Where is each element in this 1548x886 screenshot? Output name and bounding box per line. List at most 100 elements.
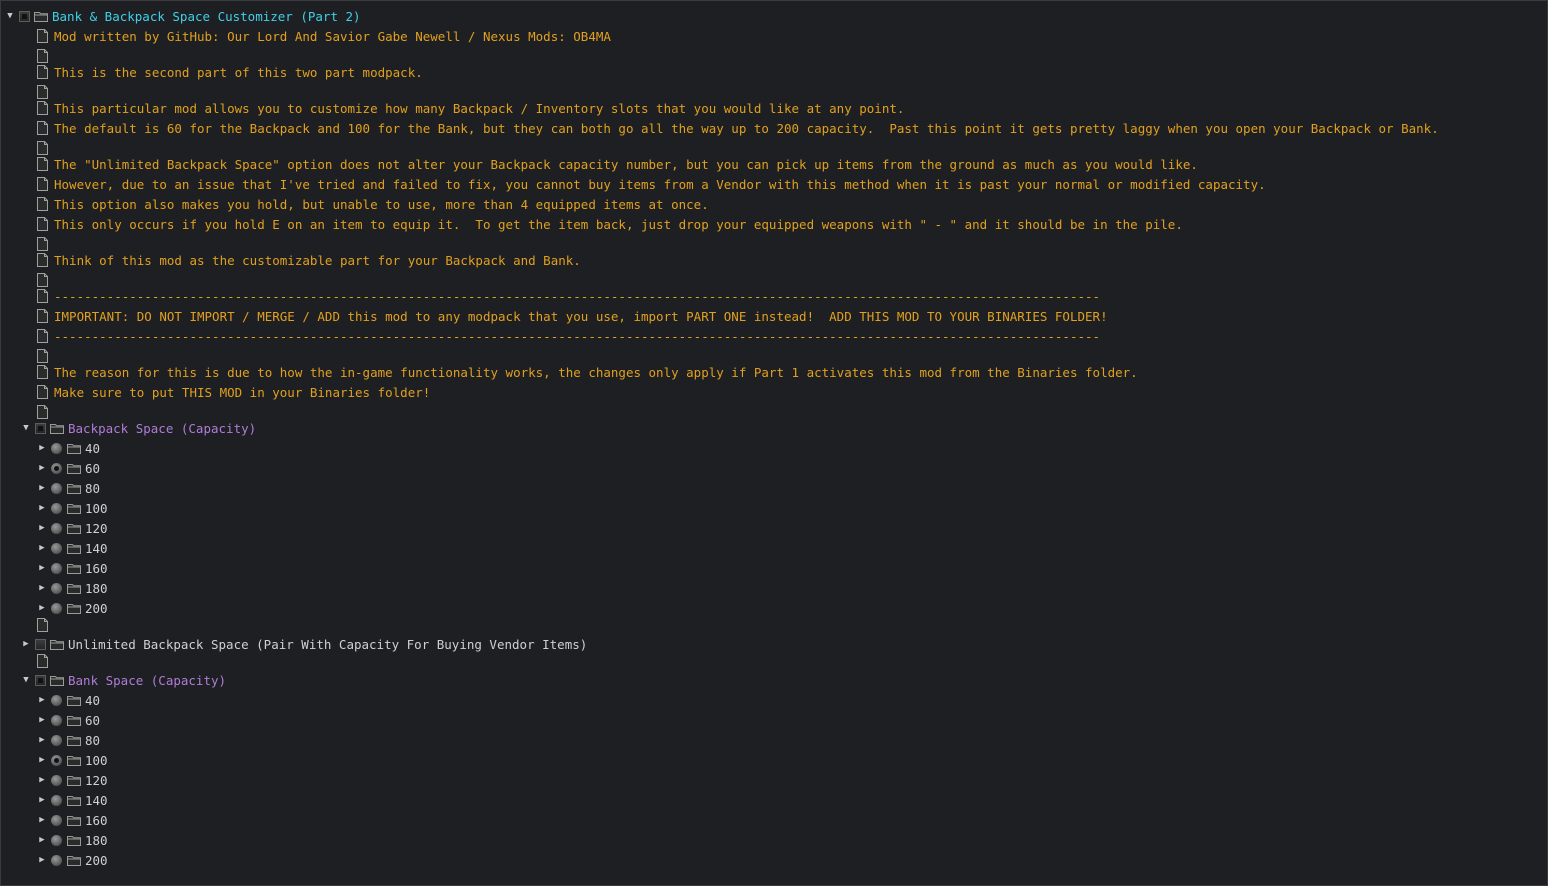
document-icon [37,289,48,303]
document-icon [37,253,48,267]
chevron-right-icon[interactable]: ▶ [37,714,47,726]
description-line: The default is 60 for the Backpack and 1… [37,118,1439,138]
folder-icon [67,836,81,846]
document-icon [37,618,48,632]
root-title: Bank & Backpack Space Customizer (Part 2… [52,8,361,24]
chevron-right-icon[interactable]: ▶ [37,522,47,534]
radio-button[interactable] [51,794,62,806]
bank-option-180[interactable]: ▶ 180 [37,830,107,850]
chevron-right-icon[interactable]: ▶ [37,562,47,574]
description-line: IMPORTANT: DO NOT IMPORT / MERGE / ADD t… [37,306,1108,326]
chevron-right-icon[interactable]: ▶ [37,602,47,614]
backpack-option-80[interactable]: ▶ 80 [37,478,100,498]
bank-option-40[interactable]: ▶ 40 [37,690,100,710]
enable-checkbox[interactable] [19,10,30,22]
folder-icon [67,524,81,534]
folder-icon [67,464,81,474]
category-title: Unlimited Backpack Space (Pair With Capa… [68,636,588,652]
radio-button[interactable] [51,562,62,574]
radio-button[interactable] [51,694,62,706]
radio-button[interactable] [51,522,62,534]
chevron-right-icon[interactable]: ▶ [37,542,47,554]
backpack-option-120[interactable]: ▶ 120 [37,518,107,538]
bank-option-200[interactable]: ▶ 200 [37,850,107,870]
bank-option-160[interactable]: ▶ 160 [37,810,108,830]
category-bank[interactable]: ▼ Bank Space (Capacity) [21,670,226,690]
document-icon [37,177,48,191]
backpack-checkbox[interactable] [35,422,46,434]
document-icon [37,101,48,115]
chevron-right-icon[interactable]: ▶ [37,582,47,594]
description-text: However, due to an issue that I've tried… [54,176,1266,192]
chevron-right-icon[interactable]: ▶ [21,638,31,650]
radio-button[interactable] [51,754,62,766]
backpack-option-180[interactable]: ▶ 180 [37,578,107,598]
chevron-down-icon[interactable]: ▼ [21,422,31,434]
option-label: 160 [85,560,108,576]
chevron-right-icon[interactable]: ▶ [37,774,47,786]
chevron-right-icon[interactable]: ▶ [37,694,47,706]
chevron-right-icon[interactable]: ▶ [37,854,47,866]
bank-option-100[interactable]: ▶ 100 [37,750,107,770]
option-label: 140 [85,540,108,556]
folder-icon [50,640,64,650]
radio-button[interactable] [51,582,62,594]
radio-button[interactable] [51,814,62,826]
backpack-option-40[interactable]: ▶ 40 [37,438,100,458]
unlimited-checkbox[interactable] [35,638,46,650]
backpack-option-100[interactable]: ▶ 100 [37,498,107,518]
bank-option-120[interactable]: ▶ 120 [37,770,107,790]
chevron-right-icon[interactable]: ▶ [37,794,47,806]
tree-node-root[interactable]: ▼ Bank & Backpack Space Customizer (Part… [5,6,361,26]
option-label: 80 [85,480,101,496]
description-text: Mod written by GitHub: Our Lord And Savi… [54,28,611,44]
chevron-right-icon[interactable]: ▶ [37,754,47,766]
radio-button[interactable] [51,482,62,494]
radio-button[interactable] [51,602,62,614]
folder-icon [67,584,81,594]
chevron-right-icon[interactable]: ▶ [37,734,47,746]
folder-icon [67,696,81,706]
bank-option-140[interactable]: ▶ 140 [37,790,107,810]
empty-line [37,651,54,671]
radio-button[interactable] [51,834,62,846]
description-text: This only occurs if you hold E on an ite… [54,216,1183,232]
document-icon [37,49,48,63]
bank-option-80[interactable]: ▶ 80 [37,730,100,750]
folder-icon [50,424,64,434]
radio-button[interactable] [51,462,62,474]
backpack-option-160[interactable]: ▶ 160 [37,558,108,578]
folder-icon [67,736,81,746]
radio-button[interactable] [51,854,62,866]
radio-button[interactable] [51,442,62,454]
option-label: 80 [85,732,101,748]
backpack-option-60[interactable]: ▶ 60 [37,458,100,478]
radio-button[interactable] [51,542,62,554]
chevron-down-icon[interactable]: ▼ [21,674,31,686]
description-text: The default is 60 for the Backpack and 1… [54,120,1439,136]
description-text: The reason for this is due to how the in… [54,364,1138,380]
description-line: This is the second part of this two part… [37,62,423,82]
radio-button[interactable] [51,774,62,786]
backpack-option-140[interactable]: ▶ 140 [37,538,108,558]
document-icon [37,385,48,399]
chevron-right-icon[interactable]: ▶ [37,502,47,514]
radio-button[interactable] [51,502,62,514]
folder-icon [50,676,64,686]
chevron-right-icon[interactable]: ▶ [37,834,47,846]
folder-icon [67,604,81,614]
option-label: 160 [85,812,108,828]
category-backpack[interactable]: ▼ Backpack Space (Capacity) [21,418,256,438]
chevron-right-icon[interactable]: ▶ [37,482,47,494]
option-label: 200 [85,600,108,616]
chevron-down-icon[interactable]: ▼ [5,10,15,22]
bank-option-60[interactable]: ▶ 60 [37,710,100,730]
chevron-right-icon[interactable]: ▶ [37,462,47,474]
radio-button[interactable] [51,734,62,746]
description-line: The "Unlimited Backpack Space" option do… [37,154,1198,174]
category-unlimited[interactable]: ▶ Unlimited Backpack Space (Pair With Ca… [21,634,587,654]
chevron-right-icon[interactable]: ▶ [37,814,47,826]
bank-checkbox[interactable] [35,674,46,686]
radio-button[interactable] [51,714,62,726]
chevron-right-icon[interactable]: ▶ [37,442,47,454]
